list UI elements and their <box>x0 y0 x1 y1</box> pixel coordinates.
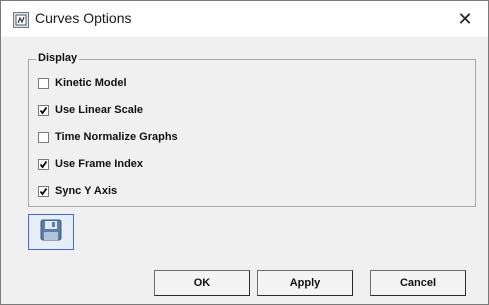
close-button[interactable]: ✕ <box>452 7 478 31</box>
option-sync-y-axis[interactable]: Sync Y Axis <box>38 184 117 198</box>
time-normalize-graphs-checkbox[interactable] <box>38 131 49 143</box>
window-title: Curves Options <box>35 10 132 26</box>
use-frame-index-checkbox[interactable] <box>38 158 49 170</box>
option-label: Time Normalize Graphs <box>55 131 178 143</box>
title-bar: Curves Options ✕ <box>1 1 488 37</box>
save-button[interactable] <box>28 214 74 250</box>
option-label: Use Linear Scale <box>55 104 144 116</box>
option-label: Sync Y Axis <box>55 185 118 197</box>
apply-button[interactable]: Apply <box>257 270 353 296</box>
option-label: Use Frame Index <box>55 158 144 170</box>
curves-options-dialog: Curves Options ✕ Display Kinetic Model U… <box>0 0 489 305</box>
sync-y-axis-checkbox[interactable] <box>38 185 49 197</box>
option-time-normalize-graphs[interactable]: Time Normalize Graphs <box>38 130 178 144</box>
option-use-linear-scale[interactable]: Use Linear Scale <box>38 103 143 117</box>
option-kinetic-model[interactable]: Kinetic Model <box>38 76 127 90</box>
app-icon <box>13 12 29 28</box>
option-label: Kinetic Model <box>55 77 127 89</box>
close-icon: ✕ <box>457 8 473 29</box>
ok-button[interactable]: OK <box>154 270 250 296</box>
use-linear-scale-checkbox[interactable] <box>38 104 49 116</box>
cancel-button[interactable]: Cancel <box>370 270 466 296</box>
display-group-legend: Display <box>36 52 80 64</box>
floppy-disk-icon <box>40 219 62 246</box>
option-use-frame-index[interactable]: Use Frame Index <box>38 157 143 171</box>
kinetic-model-checkbox[interactable] <box>38 77 49 89</box>
